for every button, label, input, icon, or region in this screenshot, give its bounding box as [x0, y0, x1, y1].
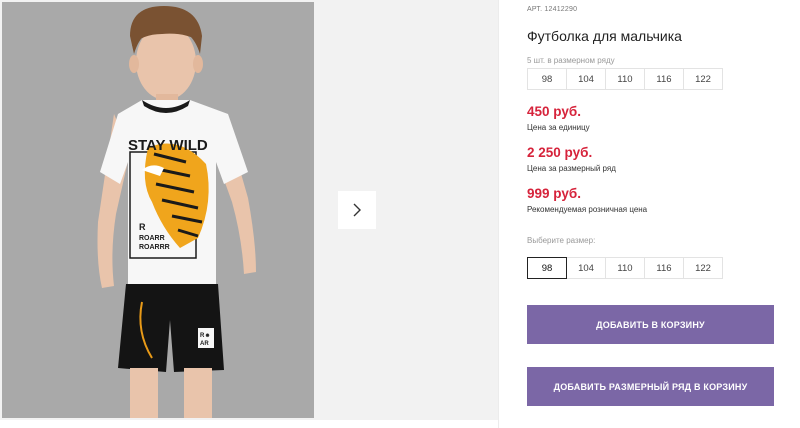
choose-size-label: Выберите размер:	[527, 236, 596, 245]
row-price-label: Цена за размерный ряд	[527, 164, 616, 173]
next-image-button[interactable]	[338, 191, 376, 229]
rrp-price: 999 руб.	[527, 186, 581, 201]
size-selector: 98 104 110 116 122	[527, 257, 723, 279]
unit-price: 450 руб.	[527, 104, 581, 119]
product-photo[interactable]: STAY WILD R ROARR ROARRR R☻ AR	[2, 2, 314, 418]
shirt-print-r: R	[139, 222, 146, 232]
shorts-patch-top: R☻	[200, 333, 211, 339]
shorts-patch-bottom: AR	[200, 341, 209, 347]
pack-size-row: 98 104 110 116 122	[527, 68, 723, 90]
pack-size: 122	[683, 68, 723, 90]
size-option-104[interactable]: 104	[566, 257, 606, 279]
shirt-print-roarrr: ROARRR	[139, 244, 170, 251]
product-gallery: STAY WILD R ROARR ROARRR R☻ AR	[0, 0, 498, 420]
article-number: АРТ. 12412290	[527, 6, 578, 13]
pack-size: 104	[566, 68, 606, 90]
add-size-row-to-cart-button[interactable]: ДОБАВИТЬ РАЗМЕРНЫЙ РЯД В КОРЗИНУ	[527, 367, 774, 406]
boy-in-tiger-tshirt-image: STAY WILD R ROARR ROARRR R☻ AR	[97, 6, 256, 418]
rrp-price-label: Рекомендуемая розничная цена	[527, 205, 648, 214]
size-option-116[interactable]: 116	[644, 257, 684, 279]
pack-size: 116	[644, 68, 684, 90]
size-option-122[interactable]: 122	[683, 257, 723, 279]
row-price: 2 250 руб.	[527, 145, 593, 160]
shirt-print-roarr: ROARR	[139, 235, 165, 242]
size-option-98[interactable]: 98	[527, 257, 567, 279]
column-divider	[498, 0, 499, 428]
add-to-cart-button[interactable]: ДОБАВИТЬ В КОРЗИНУ	[527, 305, 774, 344]
unit-price-label: Цена за единицу	[527, 123, 590, 132]
product-title: Футболка для мальчика	[527, 28, 682, 44]
pack-hint: 5 шт. в размерном ряду	[527, 56, 615, 65]
size-option-110[interactable]: 110	[605, 257, 645, 279]
pack-size: 98	[527, 68, 567, 90]
chevron-right-icon	[353, 203, 361, 217]
shirt-print-title: STAY WILD	[128, 137, 208, 154]
pack-size: 110	[605, 68, 645, 90]
